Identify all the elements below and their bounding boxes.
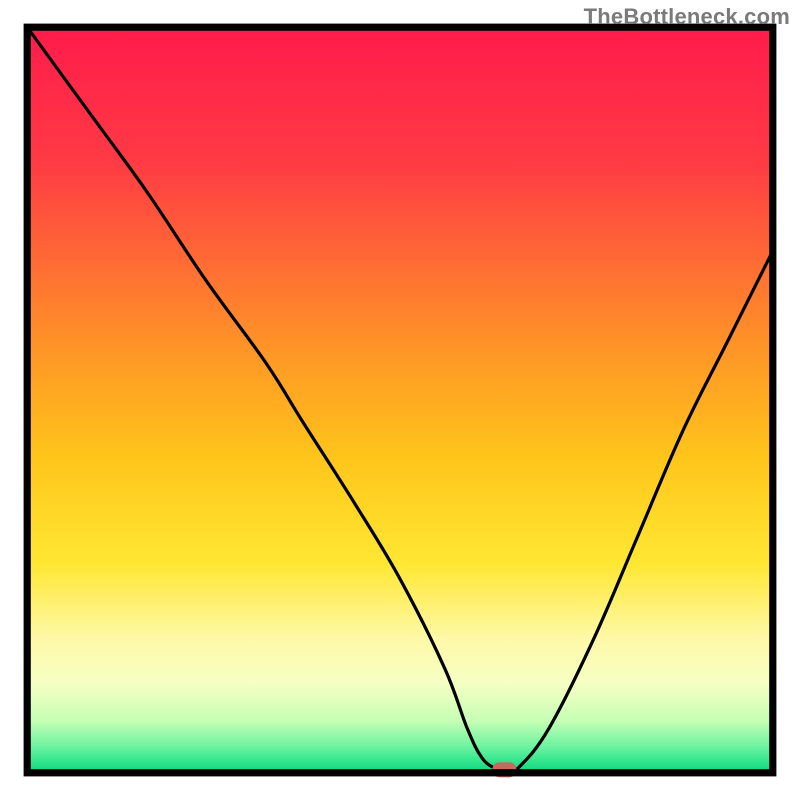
chart-container: TheBottleneck.com [0,0,800,800]
chart-background-gradient [27,27,773,773]
bottleneck-chart [0,0,800,800]
attribution-label: TheBottleneck.com [584,4,790,30]
